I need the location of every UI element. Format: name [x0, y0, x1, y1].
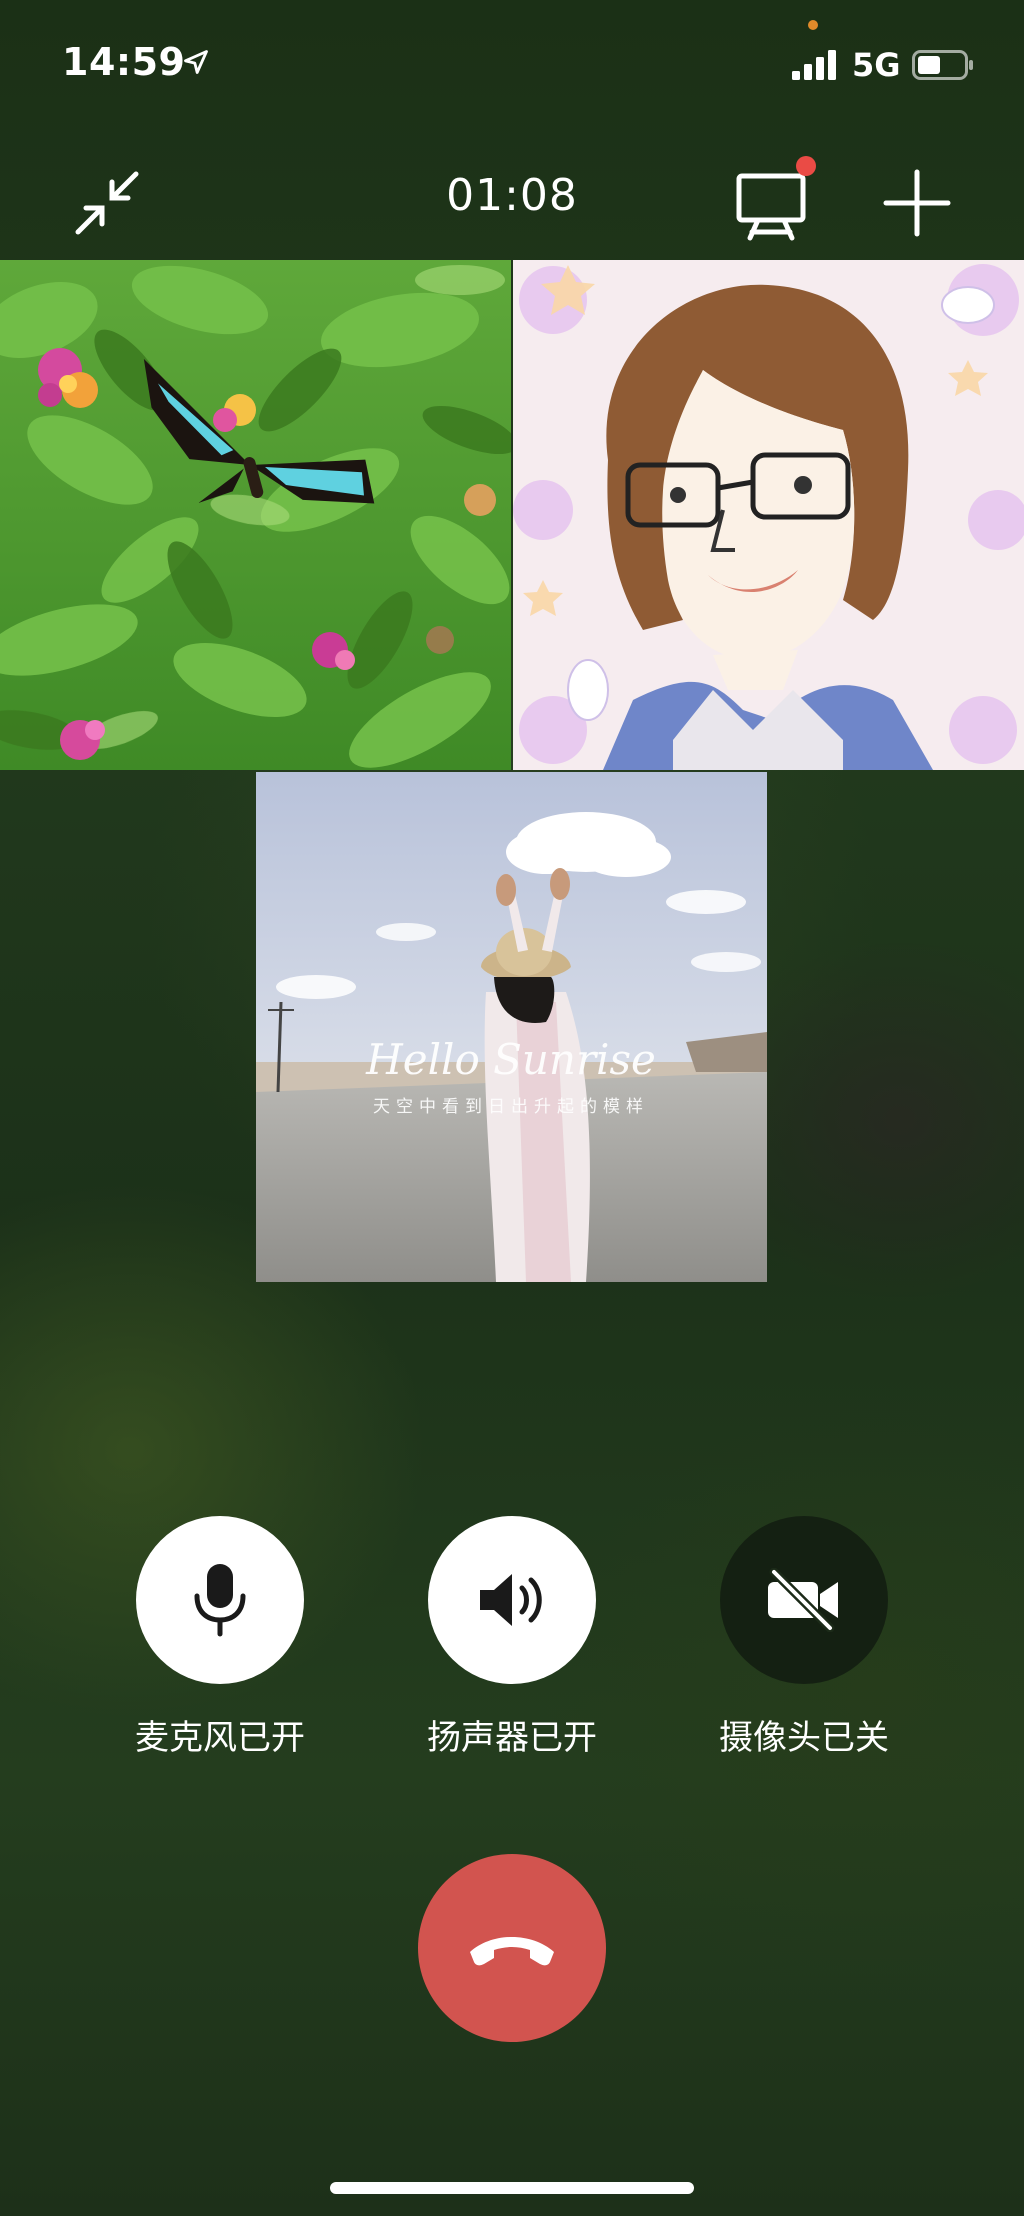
status-bar: 14:59 5G — [0, 0, 1024, 120]
woman-on-road-photo: Hello Sunrise 天空中看到日出升起的模样 — [256, 772, 767, 1282]
overlay-title: Hello Sunrise — [365, 1035, 656, 1084]
camera-control: 摄像头已关 — [674, 1516, 934, 1759]
battery-icon — [912, 50, 973, 80]
camera-in-use-indicator — [808, 20, 818, 30]
participant-video-tile-3[interactable]: Hello Sunrise 天空中看到日出升起的模样 — [256, 772, 767, 1282]
speaker-icon — [480, 1574, 542, 1626]
overlay-subtitle: 天空中看到日出升起的模样 — [373, 1097, 649, 1117]
cellular-signal-icon — [792, 50, 836, 80]
avatar-drawing — [513, 260, 1024, 770]
call-timer: 01:08 — [446, 170, 578, 221]
microphone-control: 麦克风已开 — [90, 1516, 350, 1759]
participant-video-tile-1[interactable] — [0, 260, 511, 770]
speaker-label: 扬声器已开 — [427, 1718, 597, 1758]
status-time: 14:59 — [62, 40, 186, 84]
speaker-button[interactable] — [428, 1516, 596, 1684]
microphone-label: 麦克风已开 — [135, 1718, 305, 1758]
network-type: 5G — [852, 46, 901, 84]
butterfly-photo — [0, 260, 511, 770]
camera-off-icon — [768, 1568, 838, 1632]
add-participant-button[interactable] — [876, 162, 958, 244]
location-arrow-icon — [184, 50, 208, 74]
camera-label: 摄像头已关 — [719, 1718, 889, 1758]
hang-up-button[interactable] — [418, 1854, 606, 2042]
camera-button[interactable] — [720, 1516, 888, 1684]
microphone-icon — [194, 1564, 246, 1637]
microphone-button[interactable] — [136, 1516, 304, 1684]
notification-dot — [796, 156, 816, 176]
participant-video-tile-2[interactable] — [513, 260, 1024, 770]
speaker-control: 扬声器已开 — [382, 1516, 642, 1759]
call-header: 01:08 — [0, 140, 1024, 260]
plus-icon — [883, 169, 951, 237]
home-indicator[interactable] — [330, 2182, 694, 2194]
phone-hangup-icon — [470, 1937, 554, 1966]
